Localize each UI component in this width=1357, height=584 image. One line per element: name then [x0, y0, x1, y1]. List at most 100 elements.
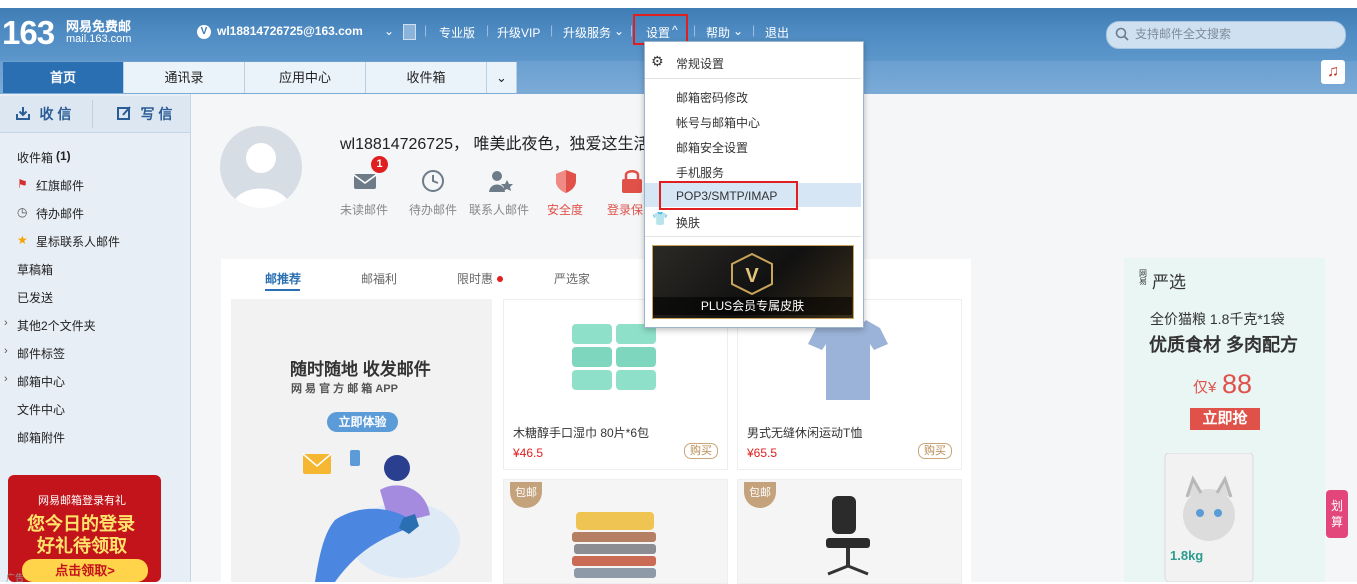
quick-security-label[interactable]: 安全度	[547, 201, 583, 218]
sidebar-item-drafts[interactable]: 草稿箱	[17, 261, 53, 278]
write-button[interactable]: 写 信	[134, 99, 179, 129]
chevron-up-icon: ^	[672, 23, 678, 37]
mobile-icon[interactable]	[403, 24, 416, 40]
menu-item-mobile-service[interactable]: 手机服务	[676, 164, 724, 181]
divider	[645, 236, 861, 237]
try-now-button[interactable]: 立即体验	[327, 412, 398, 432]
sidebar-item-sent[interactable]: 已发送	[17, 289, 53, 306]
rec-tab-yanxuan[interactable]: 严选家	[554, 270, 590, 287]
logo-163[interactable]: 163	[2, 14, 55, 52]
sidebar-item-other-folders[interactable]: 其他2个文件夹	[17, 317, 96, 334]
menu-item-password[interactable]: 邮箱密码修改	[676, 89, 748, 106]
upgrade-vip-link[interactable]: 升级VIP	[497, 24, 540, 41]
avatar-silhouette-icon	[232, 143, 290, 208]
quick-contact-label[interactable]: 联系人邮件	[469, 201, 529, 218]
ad-price-prefix: 仅¥	[1193, 379, 1217, 396]
divider	[92, 100, 93, 128]
menu-item-account-center[interactable]: 帐号与邮箱中心	[676, 114, 760, 131]
menu-item-general-settings[interactable]: 常规设置	[676, 55, 724, 72]
unread-badge: 1	[371, 156, 388, 173]
svg-text:V: V	[745, 265, 759, 287]
chevron-right-icon: ›	[4, 317, 8, 329]
chevron-down-icon: ⌄	[733, 24, 744, 38]
lock-icon[interactable]	[618, 168, 646, 194]
quick-unread-label[interactable]: 未读邮件	[340, 201, 388, 218]
menu-item-security-settings[interactable]: 邮箱安全设置	[676, 139, 748, 156]
ad-claim-button[interactable]: 点击领取>	[22, 559, 148, 582]
menu-item-pop3-smtp-imap[interactable]: POP3/SMTP/IMAP	[676, 189, 777, 203]
ad-line2: 优质食材 多肉配方	[1149, 335, 1299, 355]
product-price: ¥65.5	[747, 446, 778, 460]
tab-app-center[interactable]: 应用中心	[245, 62, 366, 93]
settings-link[interactable]: 设置	[646, 24, 670, 41]
search-input[interactable]	[1133, 26, 1337, 42]
towels-image	[572, 512, 656, 578]
divider: |	[693, 23, 697, 37]
gear-icon: ⚙	[651, 53, 664, 69]
vip-icon: V	[197, 25, 211, 39]
chevron-down-icon: ⌄	[614, 24, 625, 38]
deal-widget[interactable]: 划算	[1326, 490, 1348, 538]
sidebar-item-flagged[interactable]: 红旗邮件	[36, 177, 84, 194]
sidebar-item-starred[interactable]: 星标联系人邮件	[36, 233, 120, 250]
tab-contacts[interactable]: 通讯录	[124, 62, 245, 93]
chevron-right-icon: ›	[4, 373, 8, 385]
quick-login-protect-label[interactable]: 登录保	[607, 201, 643, 218]
rec-tab-limited[interactable]: 限时惠	[457, 270, 493, 287]
rec-tab-recommend[interactable]: 邮推荐	[265, 270, 301, 287]
ad-brand-small: 网易	[1139, 269, 1147, 286]
contact-star-icon[interactable]	[487, 168, 515, 194]
wet-wipes-image	[572, 324, 656, 390]
divider	[645, 78, 861, 79]
mail-icon[interactable]	[352, 170, 380, 196]
sidebar-item-todo[interactable]: 待办邮件	[36, 205, 84, 222]
upgrade-service-link[interactable]: 升级服务	[563, 24, 611, 41]
tab-inbox[interactable]: 收件箱	[366, 62, 487, 93]
tab-more-chevron-icon[interactable]: ⌄	[487, 62, 517, 93]
ad-price: 88	[1222, 369, 1253, 399]
menu-item-skin[interactable]: 换肤	[676, 214, 700, 231]
rec-tab-benefits[interactable]: 邮福利	[361, 270, 397, 287]
tshirt-icon: 👕	[652, 211, 669, 226]
red-flag-icon: ⚑	[17, 177, 28, 191]
tab-home[interactable]: 首页	[3, 62, 124, 93]
help-link[interactable]: 帮助	[706, 24, 730, 41]
divider: |	[752, 23, 756, 37]
ad-line2: 好礼待领取	[37, 536, 127, 556]
buy-button[interactable]: 购买	[684, 443, 718, 459]
inbox-count: (1)	[56, 149, 71, 163]
tshirt-image	[808, 320, 888, 400]
ad-top-text: 网易邮箱登录有礼	[38, 495, 126, 507]
sidebar-item-file-center[interactable]: 文件中心	[17, 401, 65, 418]
promo-title: 随时随地 收发邮件	[290, 360, 431, 379]
music-icon[interactable]: ♫	[1321, 60, 1345, 84]
product-name[interactable]: 男式无缝休闲运动T恤	[747, 424, 862, 441]
plus-banner-label: PLUS会员专属皮肤	[653, 297, 852, 315]
shield-icon[interactable]	[553, 168, 581, 194]
profile-greeting: wl18814726725， 唯美此夜色，独爱这生活	[340, 136, 650, 153]
clock-icon[interactable]	[420, 168, 448, 194]
product-price: ¥46.5	[513, 446, 544, 460]
account-chevron-icon[interactable]: ⌄	[384, 24, 394, 38]
divider: |	[424, 23, 428, 37]
product-name[interactable]: 木糖醇手口湿巾 80片*6包	[513, 424, 649, 441]
top-stripe	[0, 0, 1357, 8]
pro-link[interactable]: 专业版	[439, 24, 475, 41]
clock-icon: ◷	[17, 205, 28, 219]
avatar[interactable]	[220, 126, 302, 208]
search-box[interactable]	[1106, 21, 1346, 49]
ad-line1: 全价猫粮 1.8千克*1袋	[1150, 311, 1285, 327]
logout-link[interactable]: 退出	[765, 24, 789, 41]
ad-brand: 严选	[1152, 273, 1186, 292]
ad-buy-now-button[interactable]: 立即抢	[1190, 408, 1260, 430]
sidebar-item-mail-center[interactable]: 邮箱中心	[17, 373, 65, 390]
sidebar-item-tags[interactable]: 邮件标签	[17, 345, 65, 362]
account-name[interactable]: wl18814726725@163.com	[217, 24, 363, 38]
buy-button[interactable]: 购买	[918, 443, 952, 459]
logo-domain: mail.163.com	[66, 33, 132, 45]
quick-todo-label[interactable]: 待办邮件	[409, 201, 457, 218]
sidebar-item-attachments[interactable]: 邮箱附件	[17, 429, 65, 446]
sidebar-item-inbox[interactable]: 收件箱	[17, 149, 53, 166]
write-icon	[117, 106, 131, 120]
receive-button[interactable]: 收 信	[33, 99, 78, 129]
